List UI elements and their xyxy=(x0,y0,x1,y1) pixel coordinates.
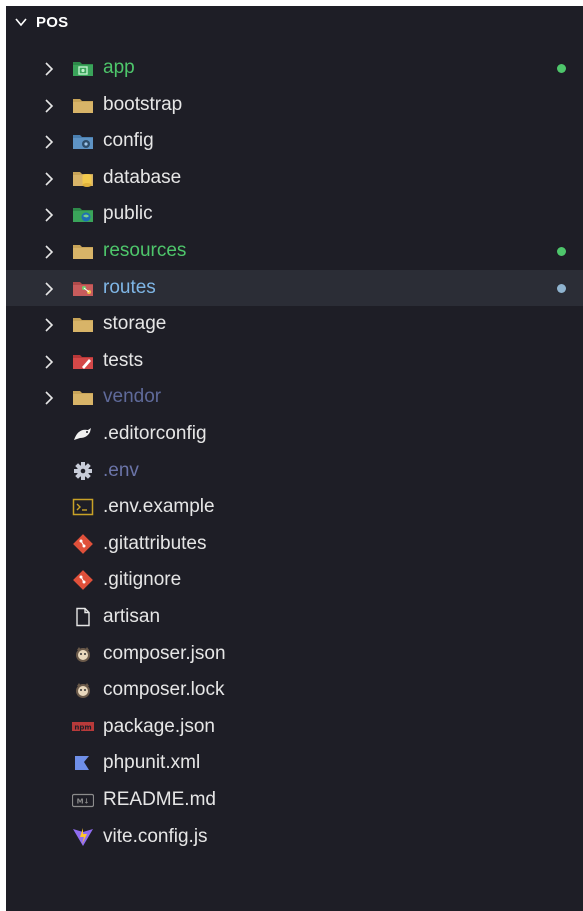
chevron-right-icon[interactable] xyxy=(42,354,56,369)
file-row-readme-md[interactable]: M↓ README.md xyxy=(6,782,583,818)
folder-label: resources xyxy=(103,240,187,261)
file-label: composer.lock xyxy=(103,679,225,701)
gear-icon xyxy=(72,461,94,481)
file-row-env[interactable]: .env xyxy=(6,453,583,489)
chevron-right-icon[interactable] xyxy=(42,171,56,186)
config-folder-icon xyxy=(72,131,94,151)
editorconfig-icon xyxy=(72,424,94,444)
folder-label: vendor xyxy=(103,386,162,408)
chevron-right-icon[interactable] xyxy=(42,390,56,405)
folder-row-routes[interactable]: routes xyxy=(6,269,583,306)
file-row-phpunit-xml[interactable]: phpunit.xml xyxy=(6,745,583,781)
folder-label: config xyxy=(103,130,154,152)
composer-icon xyxy=(72,644,94,664)
file-label: artisan xyxy=(103,606,161,627)
vite-icon xyxy=(72,827,94,847)
folder-row-tests[interactable]: tests xyxy=(6,343,583,379)
file-label: .env.example xyxy=(103,496,215,518)
file-row-artisan[interactable]: artisan xyxy=(6,599,583,635)
file-row-composer-lock[interactable]: composer.lock xyxy=(6,672,583,708)
chevron-right-icon[interactable] xyxy=(42,61,56,76)
folder-row-app[interactable]: app xyxy=(6,50,583,86)
git-icon xyxy=(72,570,94,591)
folder-label: database xyxy=(103,166,182,188)
folder-row-database[interactable]: database xyxy=(6,160,583,196)
git-status-dot xyxy=(557,64,566,73)
chevron-right-icon[interactable] xyxy=(42,134,56,149)
folder-icon xyxy=(72,241,94,261)
file-label: .env xyxy=(103,459,139,481)
file-row-gitignore[interactable]: .gitignore xyxy=(6,562,583,598)
folder-icon xyxy=(72,95,94,115)
explorer-root-header[interactable]: POS xyxy=(6,6,583,38)
file-label: vite.config.js xyxy=(103,825,208,847)
git-status-dot xyxy=(557,283,566,293)
app-folder-icon xyxy=(72,58,94,78)
file-explorer: POS app bootstrap config database public reso… xyxy=(6,6,583,911)
folder-row-config[interactable]: config xyxy=(6,123,583,159)
markdown-icon-text: M↓ xyxy=(77,798,90,806)
folder-row-public[interactable]: public xyxy=(6,196,583,232)
file-row-package-json[interactable]: npm package.json xyxy=(6,709,583,745)
file-label: .editorconfig xyxy=(103,423,207,444)
folder-label: public xyxy=(103,203,153,225)
folder-icon xyxy=(72,387,94,407)
chevron-right-icon[interactable] xyxy=(42,244,56,259)
database-folder-icon xyxy=(72,168,94,188)
folder-label: app xyxy=(103,57,135,78)
file-row-vite-config-js[interactable]: vite.config.js xyxy=(6,819,583,855)
npm-icon-text: npm xyxy=(74,723,91,731)
file-label: .gitattributes xyxy=(103,532,207,554)
folder-label: tests xyxy=(103,349,144,371)
chevron-right-icon[interactable] xyxy=(42,281,56,296)
chevron-right-icon[interactable] xyxy=(42,317,56,332)
markdown-icon: M↓ xyxy=(71,790,95,810)
composer-icon xyxy=(72,680,94,700)
file-row-env-example[interactable]: .env.example xyxy=(6,489,583,525)
phpunit-icon xyxy=(72,753,94,773)
file-label: phpunit.xml xyxy=(103,752,201,774)
explorer-root-title: POS xyxy=(36,13,69,31)
file-label: package.json xyxy=(103,715,215,737)
git-status-dot xyxy=(557,247,566,256)
file-label: .gitignore xyxy=(103,569,182,591)
folder-label: routes xyxy=(103,276,156,298)
chevron-right-icon[interactable] xyxy=(42,207,56,222)
git-icon xyxy=(72,533,94,554)
file-label: composer.json xyxy=(103,642,226,664)
chevron-right-icon[interactable] xyxy=(42,98,56,113)
file-row-composer-json[interactable]: composer.json xyxy=(6,636,583,672)
folder-row-resources[interactable]: resources xyxy=(6,233,583,269)
folder-icon xyxy=(72,314,94,334)
routes-folder-icon xyxy=(72,278,94,298)
folder-row-bootstrap[interactable]: bootstrap xyxy=(6,87,583,123)
folder-row-vendor[interactable]: vendor xyxy=(6,379,583,415)
folder-label: storage xyxy=(103,313,167,335)
terminal-icon xyxy=(72,497,94,517)
file-label: README.md xyxy=(103,789,216,810)
chevron-down-icon[interactable] xyxy=(6,15,36,29)
file-row-gitattributes[interactable]: .gitattributes xyxy=(6,526,583,562)
tests-folder-icon xyxy=(72,351,94,371)
folder-label: bootstrap xyxy=(103,93,183,115)
file-row-editorconfig[interactable]: .editorconfig xyxy=(6,416,583,452)
file-icon xyxy=(72,607,94,627)
folder-row-storage[interactable]: storage xyxy=(6,306,583,342)
npm-icon: npm xyxy=(72,717,94,737)
public-folder-icon xyxy=(72,204,94,224)
